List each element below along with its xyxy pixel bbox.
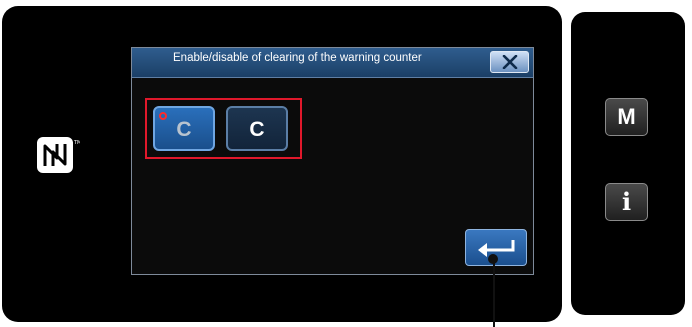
clear-disabled-button[interactable]: C (226, 106, 288, 151)
clear-enabled-button[interactable]: C (153, 106, 215, 151)
callout-leader-line (493, 258, 495, 327)
close-button[interactable] (490, 51, 529, 73)
clear-option-group: C C (145, 98, 302, 159)
info-button[interactable]: i (605, 183, 648, 221)
warning-counter-dialog: Enable/disable of clearing of the warnin… (131, 47, 534, 275)
sewing-panel-device: TM Enable/disable of clearing of the war… (0, 0, 692, 327)
menu-button[interactable]: M (605, 98, 648, 136)
side-screen-bezel (571, 12, 685, 315)
active-indicator-icon (159, 112, 167, 120)
callout-leader-dot (488, 254, 498, 264)
clear-disabled-label: C (249, 118, 265, 141)
clear-enabled-label: C (176, 118, 192, 141)
nfc-icon: TM (37, 137, 80, 173)
dialog-title: Enable/disable of clearing of the warnin… (173, 52, 422, 64)
svg-text:TM: TM (73, 140, 80, 146)
close-icon (502, 55, 518, 69)
dialog-titlebar: Enable/disable of clearing of the warnin… (132, 48, 533, 78)
